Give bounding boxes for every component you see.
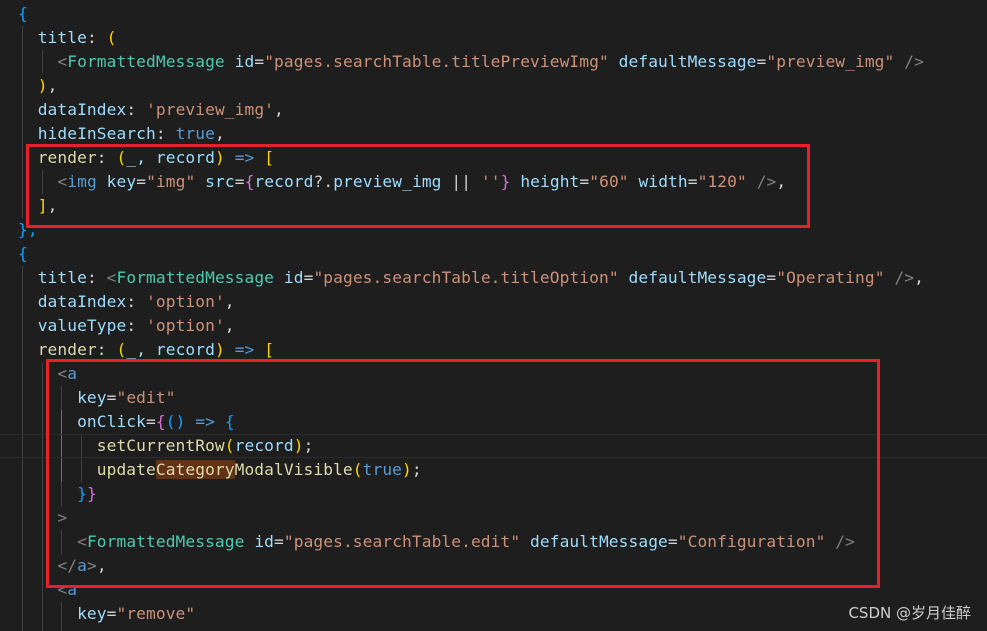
code-token: 'option'	[146, 316, 225, 335]
code-token: ,	[914, 268, 924, 287]
code-line[interactable]: title: (	[0, 26, 987, 50]
code-line[interactable]: {	[0, 2, 987, 26]
code-token: )	[214, 340, 225, 359]
code-token: "pages.searchTable.titleOption"	[313, 268, 619, 287]
highlight-box-edit-link	[46, 359, 880, 588]
code-line[interactable]: dataIndex: 'option',	[0, 290, 987, 314]
code-token: title	[37, 28, 87, 47]
code-token: =	[766, 268, 777, 287]
code-token: :	[126, 316, 147, 335]
code-token: 'preview_img'	[146, 100, 275, 119]
code-token: ,	[47, 76, 58, 95]
code-token: <	[57, 52, 68, 71]
code-token: :	[86, 28, 107, 47]
code-token: "pages.searchTable.titlePreviewImg"	[264, 52, 609, 71]
code-token: :	[86, 268, 107, 287]
code-token: :	[155, 124, 176, 143]
code-token: "Operating"	[776, 268, 885, 287]
code-token: FormattedMessage	[116, 268, 275, 287]
highlight-box-render-preview	[26, 144, 810, 228]
code-token: =>	[234, 340, 255, 359]
code-token: =	[106, 604, 117, 623]
code-token: true	[175, 124, 215, 143]
code-token: render	[37, 340, 97, 359]
code-token: )	[37, 76, 48, 95]
code-token: "remove"	[116, 604, 196, 623]
code-token: hideInSearch	[37, 124, 156, 143]
code-editor[interactable]: { title: ( <FormattedMessage id="pages.s…	[0, 0, 987, 631]
code-token: valueType	[37, 316, 127, 335]
code-token: id	[234, 52, 255, 71]
code-line[interactable]: dataIndex: 'preview_img',	[0, 98, 987, 122]
code-token: {	[18, 244, 28, 263]
code-token: ,	[224, 316, 235, 335]
code-token: dataIndex	[37, 100, 127, 119]
code-token: id	[283, 268, 304, 287]
code-token: [	[264, 340, 275, 359]
code-line[interactable]: <FormattedMessage id="pages.searchTable.…	[0, 50, 987, 74]
code-token: :	[126, 292, 147, 311]
code-token: />	[884, 268, 915, 287]
code-token: =	[254, 52, 265, 71]
code-token: =	[303, 268, 314, 287]
code-line[interactable]: {	[0, 242, 987, 266]
code-token: :	[96, 340, 117, 359]
code-line[interactable]: key="remove"	[0, 602, 987, 626]
code-token: ,	[224, 292, 235, 311]
code-token: 'option'	[146, 292, 225, 311]
code-token: "preview_img"	[766, 52, 895, 71]
code-line[interactable]: valueType: 'option',	[0, 314, 987, 338]
code-token: (	[106, 28, 117, 47]
code-token: :	[126, 100, 147, 119]
code-token: title	[37, 268, 87, 287]
code-token: ,	[214, 124, 225, 143]
code-token: (	[116, 340, 127, 359]
code-token: ,	[274, 100, 284, 119]
code-line[interactable]: title: <FormattedMessage id="pages.searc…	[0, 266, 987, 290]
code-token: key	[77, 604, 107, 623]
code-token: dataIndex	[37, 292, 127, 311]
code-token: _,	[126, 340, 156, 359]
code-token: <	[106, 268, 117, 287]
code-line[interactable]: hideInSearch: true,	[0, 122, 987, 146]
code-token: {	[18, 4, 28, 23]
code-token: =	[756, 52, 767, 71]
code-token: record	[155, 340, 215, 359]
watermark: CSDN @岁月佳醉	[848, 604, 971, 622]
code-token: />	[894, 52, 924, 71]
code-token: defaultMessage	[618, 52, 757, 71]
code-line[interactable]: onClick={async ()	[0, 626, 987, 631]
code-token: defaultMessage	[628, 268, 767, 287]
code-token: FormattedMessage	[67, 52, 225, 71]
code-line[interactable]: ),	[0, 74, 987, 98]
